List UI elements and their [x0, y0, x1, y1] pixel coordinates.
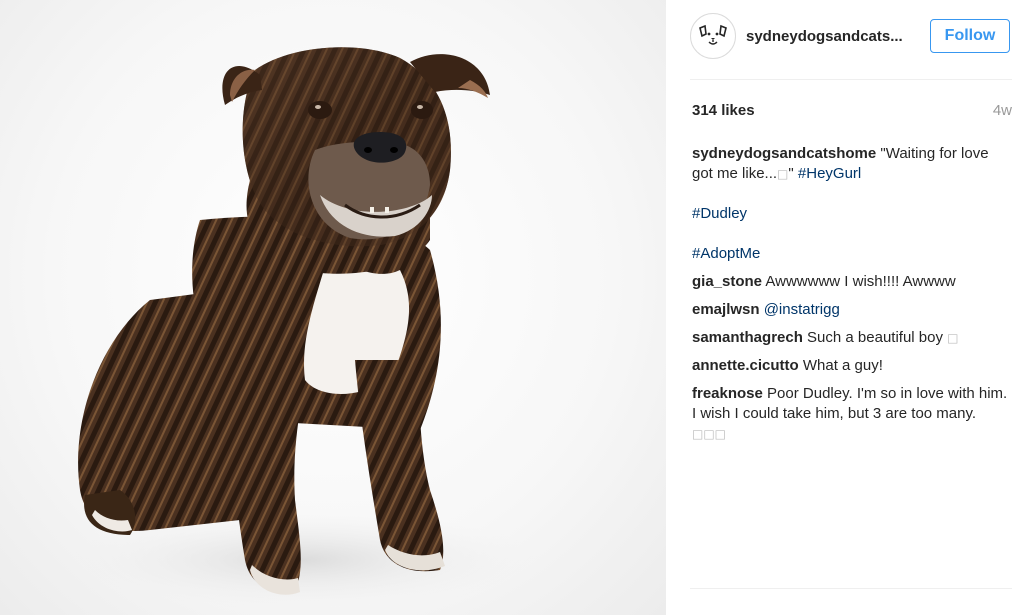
post-header: sydneydogsandcats... Follow: [690, 13, 1012, 59]
comment-item: freaknose Poor Dudley. I'm so in love wi…: [692, 384, 1008, 444]
footer-divider: [690, 588, 1012, 589]
caption: sydneydogsandcatshome "Waiting for love …: [692, 144, 1008, 264]
comment-item: gia_stone Awwwwww I wish!!!! Awwww: [692, 272, 1008, 292]
caption-author[interactable]: sydneydogsandcatshome: [692, 145, 876, 162]
comment-emoji-glyph: □: [947, 331, 959, 345]
post-sidebar: sydneydogsandcats... Follow 314 likes 4w…: [666, 0, 1014, 615]
comment-author[interactable]: samanthagrech: [692, 329, 803, 346]
comment-text: What a guy!: [802, 357, 883, 374]
hashtag-link[interactable]: #Dudley: [692, 205, 747, 222]
dog-face-logo-icon: [699, 24, 727, 45]
likes-count[interactable]: 314 likes: [692, 102, 755, 119]
comment-author[interactable]: freaknose: [692, 385, 763, 402]
comment-author[interactable]: gia_stone: [692, 273, 762, 290]
caption-end-quote: ": [788, 165, 794, 182]
hashtag-link[interactable]: #AdoptMe: [692, 245, 760, 262]
comment-text: Such a beautiful boy: [807, 329, 943, 346]
post-photo[interactable]: [0, 0, 666, 615]
mention-link[interactable]: @instatrigg: [764, 301, 840, 318]
avatar[interactable]: [690, 13, 736, 59]
comment-emoji-glyph: □□□: [692, 427, 727, 441]
dog-photo-illustration: [60, 47, 540, 610]
comment-text: Awwwwww I wish!!!! Awwww: [765, 273, 956, 290]
comment-item: emajlwsn @instatrigg: [692, 300, 1008, 320]
hashtag-link[interactable]: #HeyGurl: [798, 165, 861, 182]
likes-row: 314 likes 4w: [692, 102, 1012, 119]
follow-button[interactable]: Follow: [930, 19, 1010, 53]
header-divider: [690, 79, 1012, 80]
comment-item: samanthagrech Such a beautiful boy □: [692, 328, 1008, 348]
post-time-ago[interactable]: 4w: [993, 102, 1012, 119]
caption-emoji-glyph: □: [777, 167, 789, 181]
comments-list: sydneydogsandcatshome "Waiting for love …: [692, 144, 1008, 452]
comment-author[interactable]: annette.cicutto: [692, 357, 799, 374]
comment-item: annette.cicutto What a guy!: [692, 356, 1008, 376]
post-author-username[interactable]: sydneydogsandcats...: [746, 28, 930, 45]
comment-author[interactable]: emajlwsn: [692, 301, 760, 318]
